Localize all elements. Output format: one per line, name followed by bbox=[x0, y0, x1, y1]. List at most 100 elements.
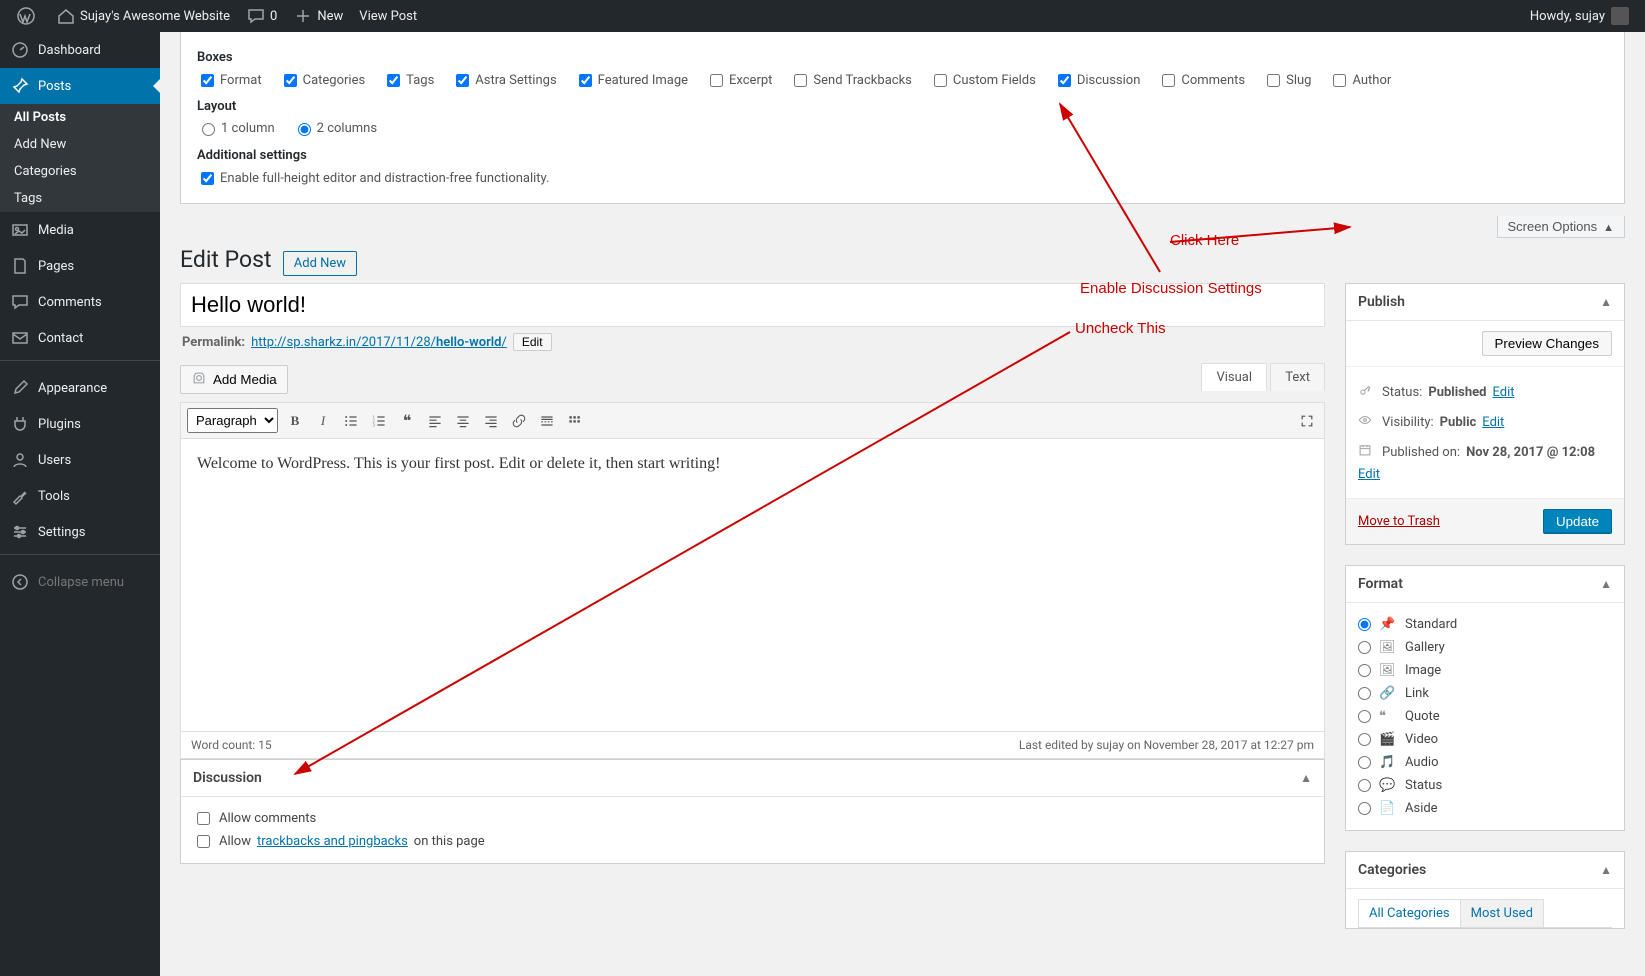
format-option-standard[interactable]: 📌Standard bbox=[1358, 613, 1612, 636]
categories-heading-row[interactable]: Categories▲ bbox=[1346, 852, 1624, 889]
post-title-input[interactable] bbox=[180, 283, 1325, 327]
bulleted-list-button[interactable] bbox=[340, 410, 362, 432]
checkbox-input[interactable] bbox=[1162, 74, 1175, 87]
toolbar-toggle-button[interactable] bbox=[564, 410, 586, 432]
new-content-link[interactable]: New bbox=[285, 0, 351, 32]
bold-button[interactable]: B bbox=[284, 410, 306, 432]
edit-slug-button[interactable]: Edit bbox=[513, 333, 552, 351]
submenu-add-new[interactable]: Add New bbox=[0, 131, 160, 158]
sidebar-item-posts[interactable]: Posts bbox=[0, 68, 160, 104]
checkbox-input[interactable] bbox=[387, 74, 400, 87]
allow-comments-input[interactable] bbox=[197, 812, 210, 825]
checkbox-input[interactable] bbox=[1267, 74, 1280, 87]
layout-option-2-columns[interactable]: 2 columns bbox=[293, 120, 377, 136]
permalink-link[interactable]: http://sp.sharkz.in/2017/11/28/hello-wor… bbox=[251, 335, 507, 350]
format-option-image[interactable]: 🖼Image bbox=[1358, 659, 1612, 682]
edit-visibility-link[interactable]: Edit bbox=[1482, 415, 1504, 430]
sidebar-item-pages[interactable]: Pages bbox=[0, 248, 160, 284]
screen-option-box-featured-image[interactable]: Featured Image bbox=[575, 71, 688, 90]
screen-option-box-custom-fields[interactable]: Custom Fields bbox=[930, 71, 1036, 90]
checkbox-input[interactable] bbox=[1333, 74, 1346, 87]
sidebar-item-settings[interactable]: Settings bbox=[0, 514, 160, 550]
submenu-categories[interactable]: Categories bbox=[0, 158, 160, 185]
checkbox-input[interactable] bbox=[284, 74, 297, 87]
comments-link[interactable]: 0 bbox=[238, 0, 285, 32]
radio-input[interactable] bbox=[1358, 618, 1371, 631]
update-button[interactable]: Update bbox=[1543, 509, 1612, 534]
screen-option-box-astra-settings[interactable]: Astra Settings bbox=[452, 71, 556, 90]
sidebar-item-media[interactable]: Media bbox=[0, 212, 160, 248]
format-option-quote[interactable]: ❝Quote bbox=[1358, 705, 1612, 728]
tab-visual[interactable]: Visual bbox=[1201, 363, 1267, 391]
wp-logo[interactable] bbox=[8, 0, 48, 32]
radio-input[interactable] bbox=[1358, 779, 1371, 792]
screen-option-box-format[interactable]: Format bbox=[197, 71, 262, 90]
format-select[interactable]: Paragraph bbox=[187, 408, 278, 433]
align-right-button[interactable] bbox=[480, 410, 502, 432]
site-name-link[interactable]: Sujay's Awesome Website bbox=[48, 0, 238, 32]
sidebar-item-tools[interactable]: Tools bbox=[0, 478, 160, 514]
numbered-list-button[interactable]: 123 bbox=[368, 410, 390, 432]
my-account-link[interactable]: Howdy, sujay bbox=[1522, 0, 1637, 32]
format-option-aside[interactable]: 📄Aside bbox=[1358, 797, 1612, 820]
radio-input[interactable] bbox=[1358, 756, 1371, 769]
tab-most-used[interactable]: Most Used bbox=[1460, 899, 1544, 927]
radio-input[interactable] bbox=[1358, 664, 1371, 677]
move-to-trash-link[interactable]: Move to Trash bbox=[1358, 514, 1440, 529]
format-option-gallery[interactable]: 🖼Gallery bbox=[1358, 636, 1612, 659]
sidebar-item-appearance[interactable]: Appearance bbox=[0, 370, 160, 406]
screen-option-box-comments[interactable]: Comments bbox=[1158, 71, 1245, 90]
preview-changes-button[interactable]: Preview Changes bbox=[1482, 331, 1612, 356]
format-option-video[interactable]: 🎬Video bbox=[1358, 728, 1612, 751]
sidebar-item-contact[interactable]: Contact bbox=[0, 320, 160, 356]
read-more-button[interactable] bbox=[536, 410, 558, 432]
collapse-menu-button[interactable]: Collapse menu bbox=[0, 564, 160, 600]
edit-date-link[interactable]: Edit bbox=[1358, 467, 1380, 482]
italic-button[interactable]: I bbox=[312, 410, 334, 432]
allow-pingbacks-input[interactable] bbox=[197, 835, 210, 848]
tab-all-categories[interactable]: All Categories bbox=[1358, 899, 1461, 927]
publish-heading-row[interactable]: Publish▲ bbox=[1346, 284, 1624, 321]
checkbox-input[interactable] bbox=[934, 74, 947, 87]
blockquote-button[interactable]: ❝ bbox=[396, 410, 418, 432]
format-option-audio[interactable]: 🎵Audio bbox=[1358, 751, 1612, 774]
additional-checkbox-input[interactable] bbox=[201, 172, 214, 185]
checkbox-input[interactable] bbox=[1058, 74, 1071, 87]
add-new-button[interactable]: Add New bbox=[283, 251, 357, 276]
radio-input[interactable] bbox=[298, 123, 311, 136]
checkbox-input[interactable] bbox=[579, 74, 592, 87]
view-post-link[interactable]: View Post bbox=[351, 0, 425, 32]
screen-options-toggle[interactable]: Screen Options▲ bbox=[1497, 216, 1626, 238]
format-option-status[interactable]: 💬Status bbox=[1358, 774, 1612, 797]
sidebar-item-dashboard[interactable]: Dashboard bbox=[0, 32, 160, 68]
sidebar-item-users[interactable]: Users bbox=[0, 442, 160, 478]
checkbox-input[interactable] bbox=[456, 74, 469, 87]
checkbox-input[interactable] bbox=[794, 74, 807, 87]
align-center-button[interactable] bbox=[452, 410, 474, 432]
layout-option-1-column[interactable]: 1 column bbox=[197, 120, 275, 136]
sidebar-item-plugins[interactable]: Plugins bbox=[0, 406, 160, 442]
checkbox-input[interactable] bbox=[710, 74, 723, 87]
add-media-button[interactable]: Add Media bbox=[180, 365, 288, 394]
screen-option-box-excerpt[interactable]: Excerpt bbox=[706, 71, 772, 90]
screen-option-box-categories[interactable]: Categories bbox=[280, 71, 366, 90]
additional-setting-checkbox[interactable]: Enable full-height editor and distractio… bbox=[197, 169, 549, 188]
radio-input[interactable] bbox=[1358, 802, 1371, 815]
editor-content[interactable]: Welcome to WordPress. This is your first… bbox=[180, 439, 1325, 732]
pingbacks-link[interactable]: trackbacks and pingbacks bbox=[257, 834, 408, 849]
radio-input[interactable] bbox=[1358, 710, 1371, 723]
submenu-all-posts[interactable]: All Posts bbox=[0, 104, 160, 131]
align-left-button[interactable] bbox=[424, 410, 446, 432]
screen-option-box-tags[interactable]: Tags bbox=[383, 71, 434, 90]
radio-input[interactable] bbox=[1358, 687, 1371, 700]
allow-comments-checkbox[interactable]: Allow comments bbox=[193, 807, 1312, 830]
link-button[interactable] bbox=[508, 410, 530, 432]
screen-option-box-discussion[interactable]: Discussion bbox=[1054, 71, 1141, 90]
screen-option-box-slug[interactable]: Slug bbox=[1263, 71, 1311, 90]
submenu-tags[interactable]: Tags bbox=[0, 185, 160, 212]
sidebar-item-comments[interactable]: Comments bbox=[0, 284, 160, 320]
screen-option-box-author[interactable]: Author bbox=[1329, 71, 1391, 90]
radio-input[interactable] bbox=[1358, 733, 1371, 746]
tab-text[interactable]: Text bbox=[1270, 363, 1325, 391]
checkbox-input[interactable] bbox=[201, 74, 214, 87]
